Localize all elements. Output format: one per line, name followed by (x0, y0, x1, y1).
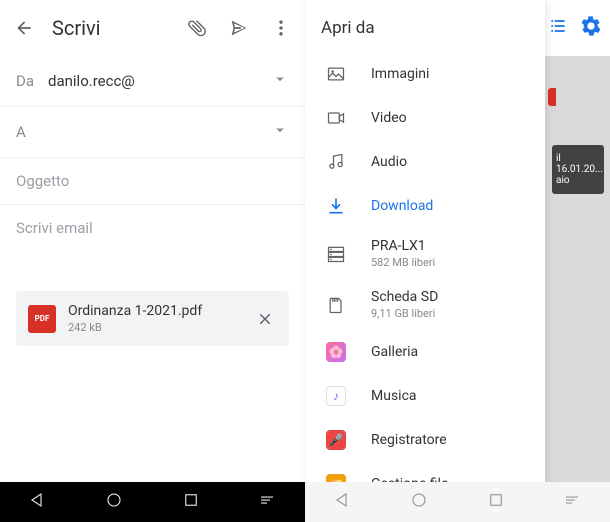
sd-icon (325, 294, 347, 316)
picker-item-label: Scheda SD (371, 289, 525, 305)
chevron-down-icon (271, 121, 289, 143)
audio-icon (325, 151, 347, 173)
nav-menu-icon[interactable] (258, 491, 276, 513)
from-value: danilo.recc@ (48, 72, 271, 90)
picker-item-musica[interactable]: ♪ Musica (305, 374, 545, 418)
picker-item-sublabel: 582 MB liberi (371, 256, 525, 269)
picker-item-label: Audio (371, 154, 525, 170)
attachment-card[interactable]: PDF Ordinanza 1-2021.pdf 242 kB (16, 291, 289, 346)
picker-item-registratore[interactable]: 🎤 Registratore (305, 418, 545, 462)
picker-item-label: Download (371, 198, 525, 214)
picker-item-label: PRA-LX1 (371, 238, 525, 254)
nav-home-icon[interactable] (105, 491, 123, 513)
picker-item-immagini[interactable]: Immagini (305, 52, 545, 96)
from-row[interactable]: Da danilo.recc@ (0, 56, 305, 107)
compose-title: Scrivi (52, 16, 185, 40)
picker-item-galleria[interactable]: 🌸 Galleria (305, 330, 545, 374)
pdf-icon: PDF (28, 305, 56, 333)
body-input[interactable]: Scrivi email (0, 205, 305, 251)
back-button[interactable] (12, 16, 36, 40)
picker-item-label: Video (371, 110, 525, 126)
picker-item-video[interactable]: Video (305, 96, 545, 140)
picker-title: Apri da (305, 0, 545, 52)
video-icon (325, 107, 347, 129)
picker-item-label: Musica (371, 388, 525, 404)
music-app-icon: ♪ (325, 385, 347, 407)
picker-item-label: Registratore (371, 432, 525, 448)
picker-item-audio[interactable]: Audio (305, 140, 545, 184)
download-icon (325, 195, 347, 217)
chevron-down-icon (271, 70, 289, 92)
list-view-icon[interactable] (548, 16, 568, 40)
picker-item-scheda-sd[interactable]: Scheda SD 9,11 GB liberi (305, 279, 545, 330)
nav-back-icon[interactable] (334, 491, 352, 513)
nav-home-icon[interactable] (410, 491, 428, 513)
storage-icon (325, 243, 347, 265)
image-icon (325, 63, 347, 85)
picker-item-label: Immagini (371, 66, 525, 82)
notification-snippet: il 16.01.20... aio (552, 145, 604, 194)
picker-item-pra-lx1[interactable]: PRA-LX1 582 MB liberi (305, 228, 545, 279)
attach-icon[interactable] (185, 16, 209, 40)
pdf-peek (548, 88, 556, 106)
nav-back-icon[interactable] (29, 491, 47, 513)
send-icon[interactable] (227, 16, 251, 40)
nav-menu-icon[interactable] (563, 491, 581, 513)
more-icon[interactable] (269, 16, 293, 40)
nav-bar (305, 482, 610, 522)
settings-icon[interactable] (580, 15, 602, 41)
nav-bar (0, 482, 305, 522)
from-label: Da (16, 72, 48, 90)
to-row[interactable]: A (0, 107, 305, 158)
picker-item-sublabel: 9,11 GB liberi (371, 307, 525, 320)
attachment-size: 242 kB (68, 321, 253, 334)
remove-attachment-button[interactable] (253, 307, 277, 331)
nav-recent-icon[interactable] (182, 491, 200, 513)
subject-input[interactable]: Oggetto (0, 158, 305, 205)
picker-item-download[interactable]: Download (305, 184, 545, 228)
gallery-app-icon: 🌸 (325, 341, 347, 363)
to-label: A (16, 123, 48, 141)
recorder-app-icon: 🎤 (325, 429, 347, 451)
nav-recent-icon[interactable] (487, 491, 505, 513)
picker-item-label: Galleria (371, 344, 525, 360)
attachment-name: Ordinanza 1-2021.pdf (68, 303, 253, 319)
